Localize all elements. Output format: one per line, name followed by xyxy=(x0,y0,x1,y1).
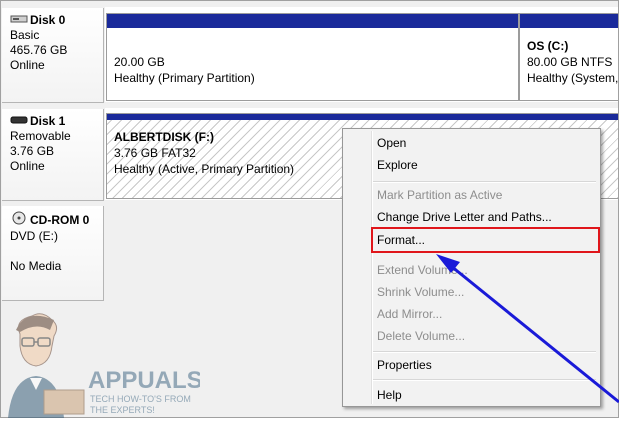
watermark-brand: APPUALS xyxy=(88,367,200,394)
watermark-tagline: TECH HOW-TO'S FROM xyxy=(90,394,191,404)
watermark-tagline-2: THE EXPERTS! xyxy=(90,405,155,415)
appuals-logo-icon: APPUALS TECH HOW-TO'S FROM THE EXPERTS! xyxy=(8,313,203,418)
appuals-watermark: APPUALS TECH HOW-TO'S FROM THE EXPERTS! xyxy=(0,306,203,418)
